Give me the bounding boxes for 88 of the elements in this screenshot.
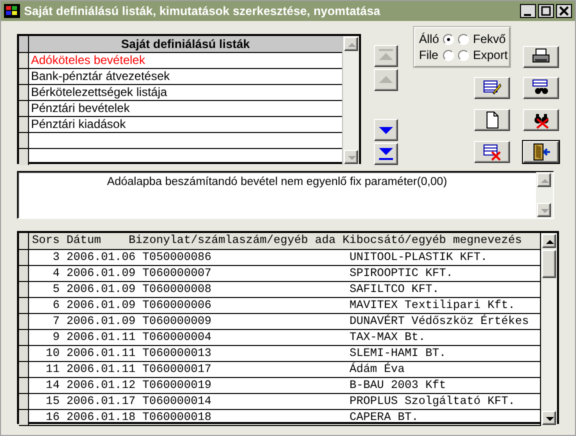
table-cell-text: T060000006 [142, 298, 212, 313]
table-cell-text: 9 [52, 330, 61, 345]
table-cell-text: CAPERA BT. [349, 410, 420, 425]
find-button[interactable] [523, 77, 559, 99]
table-cell-text: T060000013 [142, 346, 212, 361]
table-cell-text: 2006.01.18 [66, 410, 137, 425]
minimize-icon[interactable] [520, 4, 536, 18]
window-title: Saját definiálású listák, kimutatások szerkesztése, nyomtatása [24, 4, 382, 18]
column-header[interactable]: Bizonylat/számlaszám/egyéb ada [128, 233, 343, 249]
table-cell-text: 11 [44, 362, 61, 377]
table-cell-text: 14 [44, 378, 61, 393]
table-cell-text: 2006.01.09 [66, 266, 137, 281]
column-header[interactable]: Sors [32, 233, 66, 249]
table-cell-text: 2006.01.17 [66, 394, 137, 409]
scroll-down-icon[interactable] [344, 150, 358, 164]
table-cell-text: SPIROOPTIC KFT. [349, 266, 454, 281]
table-cell-text: 3 [52, 250, 61, 265]
column-header[interactable]: Kibocsátó/egyéb megnevezés [342, 233, 540, 249]
scroll-down-icon[interactable] [542, 411, 556, 425]
table-cell-text: MAVITEX Textilipari Kft. [349, 298, 516, 313]
last-arrow-icon [379, 147, 393, 161]
table-cell-text: 5 [52, 282, 61, 297]
delete-button[interactable] [474, 141, 510, 163]
list-item[interactable]: Bank-pénztár átvezetések [29, 69, 342, 85]
table-cell-text: 2006.01.11 [66, 330, 137, 345]
table-cell-text: 2006.01.11 [66, 362, 137, 377]
clear-search-button[interactable] [523, 109, 559, 131]
table-cell-text: T060000009 [142, 314, 212, 329]
list-item[interactable]: Adóköteles bevételek [29, 53, 342, 69]
print-button[interactable] [523, 46, 559, 68]
table-cell-text: T060000007 [142, 266, 212, 281]
table-cell-text: 2006.01.06 [66, 250, 137, 265]
maximize-icon[interactable] [538, 4, 554, 18]
table-cell-text: 10 [44, 346, 61, 361]
column-header[interactable]: Dátum [66, 233, 129, 249]
table-cell-text: SLEMI-HAMI BT. [349, 346, 448, 361]
close-icon[interactable] [556, 4, 572, 18]
edit-button[interactable] [474, 77, 510, 99]
app-icon [4, 4, 20, 18]
column-header: Saját definiálású listák [29, 36, 342, 53]
table-cell-text: PROPLUS Szolgáltató KFT. [349, 394, 516, 409]
table-cell-text: TAX-MAX Bt. [349, 330, 426, 345]
exit-button[interactable] [523, 141, 559, 163]
table-cell-text: 6 [52, 298, 61, 313]
table-cell-text: B-BAU 2003 Kft [349, 378, 448, 393]
list-item[interactable]: Pénztári kiadások [29, 117, 342, 133]
radio-button[interactable] [443, 50, 454, 60]
last-record-button[interactable] [374, 143, 398, 165]
table-cell-text: SAFILTCO KFT. [349, 282, 440, 297]
door-arrow-icon [531, 142, 551, 162]
new-button[interactable] [474, 109, 510, 131]
radio-label: Fekvő [473, 32, 506, 46]
table-cell-text: 2006.01.09 [66, 282, 137, 297]
table-cell-text: 16 [44, 410, 61, 425]
message-text: Adóalapba beszámítandó bevétel nem egyenlő fix paraméter(0,00) [106, 176, 448, 188]
first-arrow-icon [379, 49, 393, 63]
table-cell-text: 2006.01.09 [66, 314, 137, 329]
scroll-up-icon[interactable] [537, 173, 551, 187]
table-cell-text: Ádám Éva [349, 362, 406, 377]
table-cell-text: UNITOOL-PLASTIK KFT. [349, 250, 488, 265]
next-record-button[interactable] [374, 119, 398, 141]
grid-cross-icon [482, 142, 502, 162]
list-item[interactable]: Pénztári bevételek [29, 101, 342, 117]
table-cell-text: 2006.01.12 [66, 378, 137, 393]
table-cell-text: DUNAVÉRT Védőszköz Értékes [349, 314, 530, 329]
table-cell-text: T060000017 [142, 362, 212, 377]
table-cell-text: 2006.01.09 [66, 298, 137, 313]
table-cell-text: 7 [52, 314, 61, 329]
scroll-up-icon[interactable] [344, 37, 358, 51]
table-cell-text: 4 [52, 266, 61, 281]
scroll-up-icon[interactable] [542, 234, 556, 248]
table-cell-text: T060000014 [142, 394, 212, 409]
radio-button[interactable] [458, 34, 469, 44]
scroll-down-icon[interactable] [537, 203, 551, 217]
table-cell-text: T060000019 [142, 378, 212, 393]
table-cell-text: T060000008 [142, 282, 212, 297]
radio-button[interactable] [443, 34, 454, 44]
table-cell-text: T060000018 [142, 410, 212, 425]
radio-button[interactable] [458, 50, 469, 60]
list-item[interactable]: Bérkötelezettségek listája [29, 85, 342, 101]
table-cell-text: T060000004 [142, 330, 212, 345]
radio-label: File [419, 48, 440, 62]
table-cell-text: 2006.01.11 [66, 346, 137, 361]
scroll-thumb[interactable] [542, 250, 556, 278]
table-cell-text: 15 [44, 394, 61, 409]
radio-label: Export [473, 48, 508, 62]
radio-label: Álló [419, 32, 440, 46]
table-cell-text: T050000086 [142, 250, 212, 265]
